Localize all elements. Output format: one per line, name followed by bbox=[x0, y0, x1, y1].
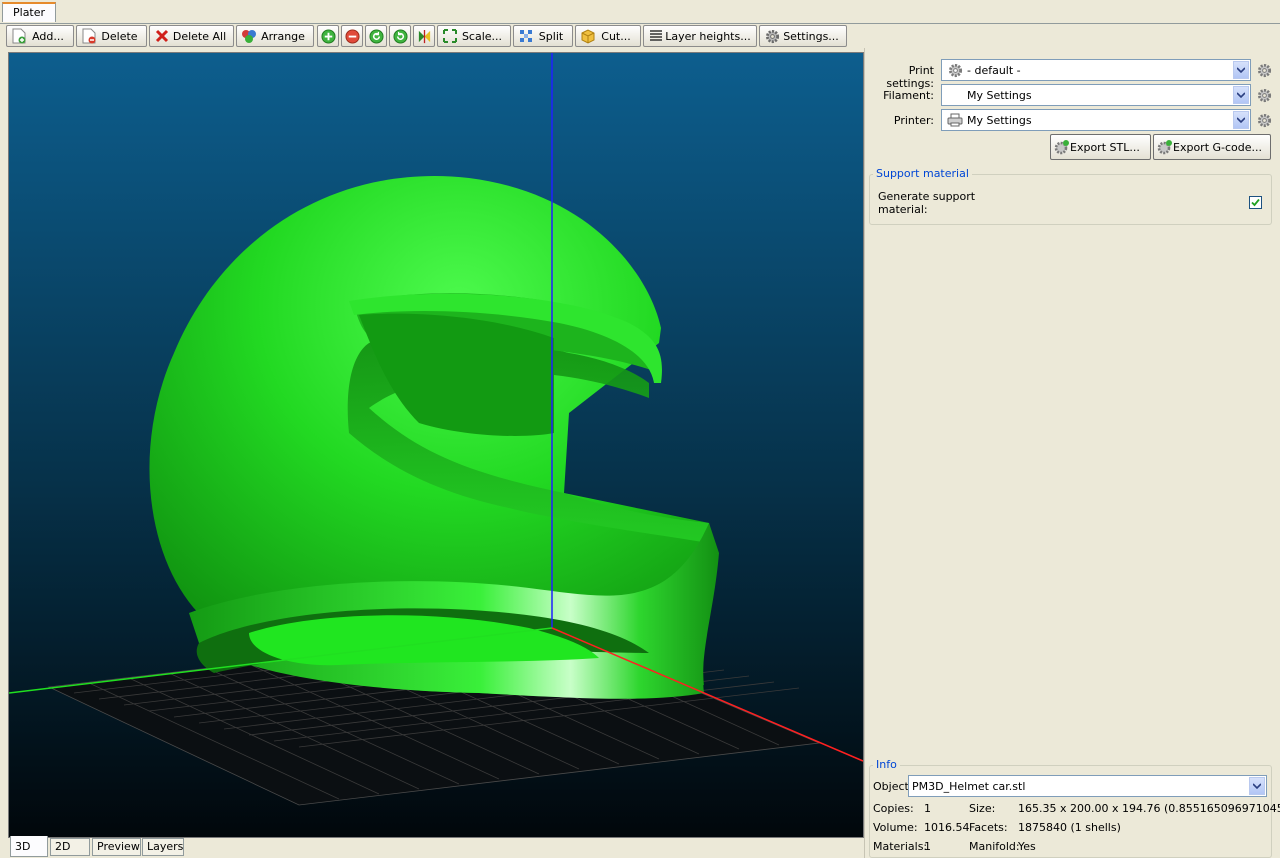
volume-label: Volume: bbox=[873, 821, 918, 834]
plus-circle-icon bbox=[320, 28, 336, 44]
print-settings-label: Print settings: bbox=[886, 64, 934, 90]
settings-button[interactable]: Settings... bbox=[759, 25, 847, 47]
gear-icon bbox=[764, 28, 780, 44]
export-gear-icon bbox=[1157, 139, 1173, 155]
printer-label: Printer: bbox=[893, 114, 934, 127]
increase-copies-button[interactable] bbox=[317, 25, 339, 47]
print-settings-gear-button[interactable] bbox=[1255, 61, 1273, 79]
rotate-ccw-icon bbox=[368, 28, 384, 44]
box-icon bbox=[580, 28, 596, 44]
filament-label: Filament: bbox=[883, 89, 934, 102]
delete-file-icon bbox=[81, 28, 97, 44]
checkmark-icon bbox=[1251, 198, 1260, 207]
toolbar: Add... Delete Delete All Arrange Scale..… bbox=[0, 24, 1280, 48]
printer-icon bbox=[946, 112, 964, 128]
generate-support-checkbox[interactable] bbox=[1249, 196, 1262, 209]
arrange-icon bbox=[241, 28, 257, 44]
export-gear-icon bbox=[1054, 139, 1070, 155]
red-x-icon bbox=[154, 28, 170, 44]
layers-list-icon bbox=[648, 28, 664, 44]
copies-label: Copies: bbox=[873, 802, 914, 815]
facets-value: 1875840 (1 shells) bbox=[1018, 821, 1121, 834]
object-combo[interactable]: PM3D_Helmet car.stl bbox=[908, 775, 1267, 797]
chevron-down-icon[interactable] bbox=[1233, 61, 1249, 79]
chevron-down-icon[interactable] bbox=[1249, 777, 1265, 795]
filament-color-swatch bbox=[946, 87, 964, 103]
add-button[interactable]: Add... bbox=[6, 25, 74, 47]
scale-arrows-icon bbox=[442, 28, 458, 44]
export-gcode-button[interactable]: Export G-code... bbox=[1153, 134, 1271, 160]
mirror-button[interactable] bbox=[413, 25, 435, 47]
viewport-3d[interactable] bbox=[8, 52, 864, 838]
gear-icon bbox=[1257, 63, 1271, 77]
arrange-button[interactable]: Arrange bbox=[236, 25, 314, 47]
object-label: Object: bbox=[873, 780, 913, 793]
cut-button[interactable]: Cut... bbox=[575, 25, 641, 47]
size-label: Size: bbox=[969, 802, 996, 815]
chevron-down-icon[interactable] bbox=[1233, 111, 1249, 129]
print-settings-combo[interactable]: - default - bbox=[941, 59, 1251, 81]
rotate-right-button[interactable] bbox=[389, 25, 411, 47]
gear-icon bbox=[1257, 113, 1271, 127]
tab-layers[interactable]: Layers bbox=[142, 838, 184, 856]
generate-support-label-2: material: bbox=[878, 203, 928, 216]
volume-value: 1016.54 bbox=[924, 821, 970, 834]
tab-3d[interactable]: 3D bbox=[10, 836, 48, 857]
delete-button[interactable]: Delete bbox=[76, 25, 147, 47]
printer-combo[interactable]: My Settings bbox=[941, 109, 1251, 131]
rotate-cw-icon bbox=[392, 28, 408, 44]
filament-gear-button[interactable] bbox=[1255, 86, 1273, 104]
generate-support-label: Generate support bbox=[878, 190, 976, 203]
printer-gear-button[interactable] bbox=[1255, 111, 1273, 129]
tab-preview[interactable]: Preview bbox=[92, 838, 141, 856]
scale-button[interactable]: Scale... bbox=[437, 25, 511, 47]
panel-divider bbox=[864, 48, 865, 858]
split-icon bbox=[518, 28, 534, 44]
materials-value: 1 bbox=[924, 840, 931, 853]
tab-bar: Plater bbox=[0, 0, 1280, 24]
export-stl-button[interactable]: Export STL... bbox=[1050, 134, 1151, 160]
manifold-value: Yes bbox=[1018, 840, 1036, 853]
copies-value: 1 bbox=[924, 802, 931, 815]
decrease-copies-button[interactable] bbox=[341, 25, 363, 47]
mirror-icon bbox=[416, 28, 432, 44]
filament-combo[interactable]: My Settings bbox=[941, 84, 1251, 106]
scene-canvas[interactable] bbox=[9, 53, 863, 837]
split-button[interactable]: Split bbox=[513, 25, 573, 47]
tab-plater[interactable]: Plater bbox=[2, 2, 57, 22]
gear-icon bbox=[1257, 88, 1271, 102]
info-title: Info bbox=[873, 758, 900, 771]
delete-all-button[interactable]: Delete All bbox=[149, 25, 234, 47]
chevron-down-icon[interactable] bbox=[1233, 86, 1249, 104]
materials-label: Materials: bbox=[873, 840, 928, 853]
gear-icon bbox=[946, 62, 964, 78]
tab-2d[interactable]: 2D bbox=[50, 838, 90, 856]
size-value: 165.35 x 200.00 x 194.76 (0.855165096971… bbox=[1018, 802, 1280, 815]
support-material-title: Support material bbox=[873, 167, 972, 180]
add-file-icon bbox=[11, 28, 27, 44]
rotate-left-button[interactable] bbox=[365, 25, 387, 47]
minus-circle-icon bbox=[344, 28, 360, 44]
layer-heights-button[interactable]: Layer heights... bbox=[643, 25, 757, 47]
manifold-label: Manifold: bbox=[969, 840, 1020, 853]
facets-label: Facets: bbox=[969, 821, 1008, 834]
